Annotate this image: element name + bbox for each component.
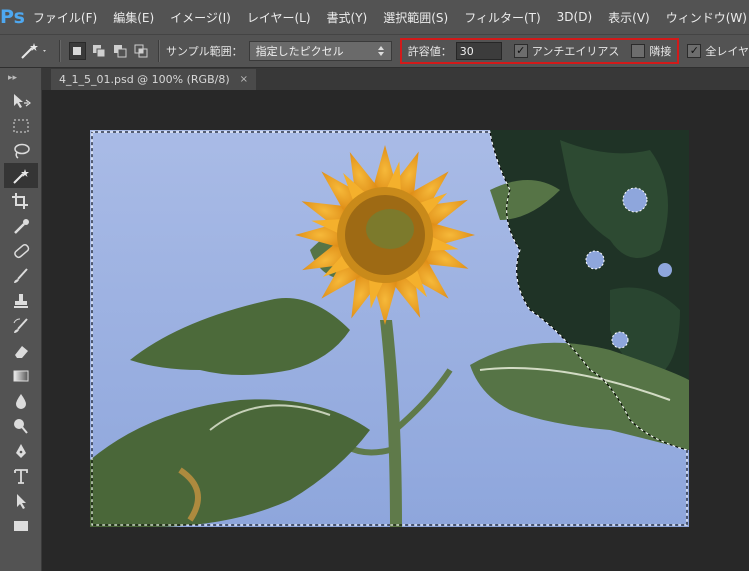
sample-size-value: 指定したピクセル (255, 45, 344, 58)
subtract-from-selection-button[interactable] (111, 42, 128, 60)
sample-size-select[interactable]: 指定したピクセル (248, 41, 392, 61)
lasso-icon (14, 143, 30, 159)
type-icon (14, 468, 28, 484)
contiguous-checkbox[interactable]: 隣接 (631, 43, 671, 59)
menu-file[interactable]: ファイル(F) (25, 9, 105, 26)
type-tool[interactable] (4, 463, 38, 488)
all-layers-check-icon: ✓ (687, 44, 702, 58)
menu-image[interactable]: イメージ(I) (162, 9, 239, 26)
magic-wand-tool[interactable] (4, 163, 38, 188)
antialias-checkbox[interactable]: ✓ アンチエイリアス (513, 43, 620, 59)
sunflower-photo (90, 130, 689, 527)
history-brush-tool[interactable] (4, 313, 38, 338)
options-bar: サンプル範囲： 指定したピクセル 許容値： ✓ アンチエイリアス 隣接 ✓ 全レ… (0, 34, 749, 68)
pen-tool[interactable] (4, 438, 38, 463)
canvas-area[interactable] (42, 90, 749, 571)
dodge-icon (14, 418, 28, 434)
intersect-selection-icon (134, 44, 148, 58)
panel-collapse-icon[interactable]: ▸▸ (0, 68, 42, 88)
rectangle-tool[interactable] (4, 513, 38, 538)
menu-layer[interactable]: レイヤー(L) (239, 9, 319, 26)
gradient-tool[interactable] (4, 363, 38, 388)
droplet-icon (16, 393, 26, 409)
menu-window[interactable]: ウィンドウ(W) (658, 9, 749, 26)
magic-wand-icon (21, 43, 47, 59)
crop-tool[interactable] (4, 188, 38, 213)
stamp-icon (14, 293, 28, 308)
brush-tool[interactable] (4, 263, 38, 288)
divider (157, 40, 160, 62)
rectangle-icon (14, 520, 28, 531)
eraser-tool[interactable] (4, 338, 38, 363)
path-select-icon (17, 493, 26, 509)
tolerance-input[interactable] (455, 42, 502, 60)
clone-stamp-tool[interactable] (4, 288, 38, 313)
contiguous-check-icon (631, 44, 646, 58)
tool-preset-picker[interactable] (14, 38, 53, 64)
eyedropper-tool[interactable] (4, 213, 38, 238)
marquee-tool[interactable] (4, 113, 38, 138)
menu-filter[interactable]: フィルター(T) (456, 9, 548, 26)
document-tab[interactable]: 4_1_5_01.psd @ 100% (RGB/8) × (51, 69, 257, 90)
tolerance-highlight-box: 許容値： ✓ アンチエイリアス 隣接 (399, 38, 680, 64)
new-selection-icon (73, 47, 82, 55)
document-canvas-image[interactable] (90, 130, 689, 527)
menu-type[interactable]: 書式(Y) (319, 9, 376, 26)
path-selection-tool[interactable] (4, 488, 38, 513)
new-selection-button[interactable] (68, 42, 86, 60)
move-tool[interactable] (4, 88, 38, 113)
document-tab-bar: 4_1_5_01.psd @ 100% (RGB/8) × (42, 68, 749, 90)
add-to-selection-button[interactable] (90, 42, 107, 60)
intersect-selection-button[interactable] (133, 42, 150, 60)
menu-3d[interactable]: 3D(D) (549, 10, 600, 24)
menu-select[interactable]: 選択範囲(S) (375, 9, 456, 26)
contiguous-label: 隣接 (649, 45, 672, 58)
all-layers-checkbox[interactable]: ✓ 全レイヤ (687, 43, 749, 59)
lasso-tool[interactable] (4, 138, 38, 163)
eraser-icon (15, 345, 28, 358)
magic-wand-icon (13, 168, 29, 184)
photoshop-logo[interactable]: Ps (0, 0, 25, 34)
add-selection-icon (92, 45, 106, 58)
dodge-tool[interactable] (4, 413, 38, 438)
eyedropper-icon (14, 218, 29, 234)
crop-icon (12, 192, 28, 209)
document-tab-title: 4_1_5_01.psd @ 100% (RGB/8) (59, 73, 230, 86)
tolerance-label: 許容値： (407, 45, 452, 58)
move-icon (14, 93, 31, 108)
antialias-check-icon: ✓ (513, 44, 528, 58)
brush-icon (14, 267, 28, 283)
sample-size-label: サンプル範囲： (165, 45, 243, 58)
history-brush-icon (13, 317, 28, 333)
antialias-label: アンチエイリアス (531, 45, 620, 58)
blur-tool[interactable] (4, 388, 38, 413)
healing-brush-tool[interactable] (4, 238, 38, 263)
divider (58, 40, 61, 62)
bandage-icon (14, 243, 30, 258)
gradient-icon (13, 370, 29, 381)
menu-bar: Ps ファイル(F) 編集(E) イメージ(I) レイヤー(L) 書式(Y) 選… (0, 0, 749, 34)
tools-panel: ▸▸ (0, 68, 42, 571)
close-tab-icon[interactable]: × (240, 74, 248, 85)
subtract-selection-icon (113, 45, 127, 58)
select-arrows-icon (377, 46, 384, 56)
menu-view[interactable]: 表示(V) (600, 9, 658, 26)
pen-icon (16, 443, 26, 458)
all-layers-label: 全レイヤ (705, 45, 749, 58)
menu-edit[interactable]: 編集(E) (105, 9, 162, 26)
marquee-icon (13, 119, 29, 132)
